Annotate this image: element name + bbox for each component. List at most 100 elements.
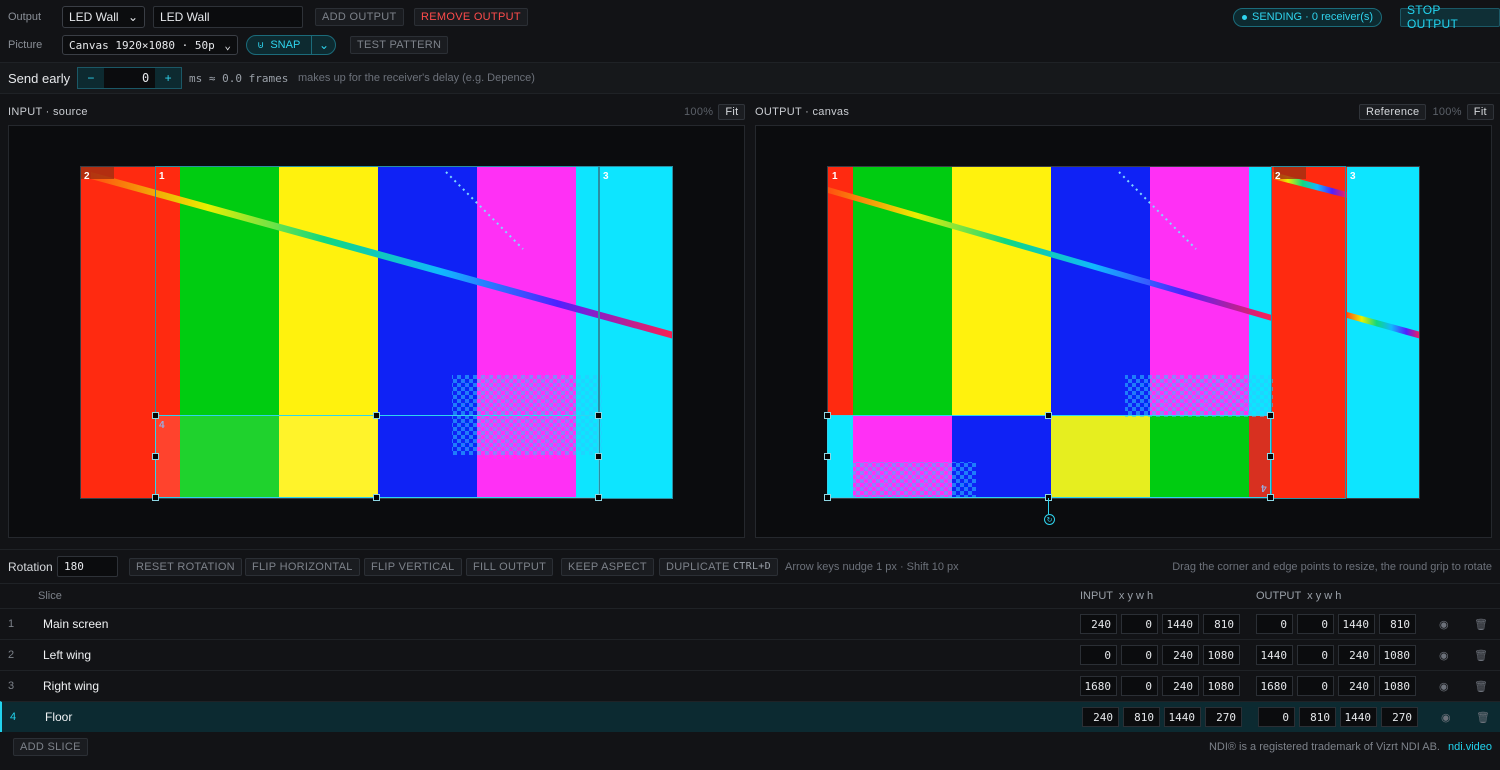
- slice-name[interactable]: Main screen: [43, 617, 108, 631]
- resize-handle[interactable]: [824, 453, 831, 460]
- add-output-button[interactable]: ADD OUTPUT: [315, 8, 404, 26]
- resize-handle[interactable]: [824, 494, 831, 501]
- visibility-eye-icon[interactable]: ◉: [1439, 680, 1449, 693]
- output-field[interactable]: 0: [1256, 614, 1293, 634]
- output-name-input[interactable]: LED Wall: [153, 6, 303, 28]
- slice-label-2: 2: [1275, 171, 1281, 182]
- resize-handle[interactable]: [152, 494, 159, 501]
- output-field[interactable]: 0: [1297, 645, 1334, 665]
- add-slice-button[interactable]: ADD SLICE: [13, 738, 88, 756]
- input-field[interactable]: 810: [1123, 707, 1160, 727]
- slice-4-box[interactable]: [827, 415, 1271, 498]
- reset-rotation-button[interactable]: RESET ROTATION: [129, 557, 242, 576]
- chevron-down-icon[interactable]: ⌄: [319, 38, 329, 52]
- rotate-grip-icon[interactable]: ↻: [1044, 514, 1055, 525]
- input-field[interactable]: 240: [1162, 645, 1199, 665]
- resize-handle[interactable]: [595, 453, 602, 460]
- flip-vertical-button[interactable]: FLIP VERTICAL: [364, 557, 462, 576]
- input-field[interactable]: 810: [1203, 614, 1240, 634]
- slice-name[interactable]: Floor: [45, 710, 72, 724]
- fill-output-button[interactable]: FILL OUTPUT: [466, 557, 554, 576]
- slice-name[interactable]: Right wing: [43, 679, 99, 693]
- input-field[interactable]: 1080: [1203, 645, 1240, 665]
- input-canvas-panel: 2 1 3 4: [8, 125, 745, 538]
- slice-name[interactable]: Left wing: [43, 648, 91, 662]
- rotation-input[interactable]: 180: [57, 556, 118, 577]
- resize-handle[interactable]: [595, 494, 602, 501]
- output-field[interactable]: 1680: [1256, 676, 1293, 696]
- slice-2-box[interactable]: [1271, 166, 1346, 499]
- resize-handle[interactable]: [824, 412, 831, 419]
- input-field[interactable]: 1440: [1164, 707, 1201, 727]
- input-field[interactable]: 1680: [1080, 676, 1117, 696]
- row-index: 4: [10, 711, 17, 723]
- resize-handle[interactable]: [152, 412, 159, 419]
- resize-handle[interactable]: [1045, 412, 1052, 419]
- output-field[interactable]: 1440: [1340, 707, 1377, 727]
- table-row[interactable]: 3 Right wing 1680 0 240 1080 1680 0 240 1080 ◉ 🗑: [0, 670, 1500, 701]
- table-header: Slice INPUT x y w h OUTPUT x y w h: [0, 586, 1500, 606]
- input-field[interactable]: 270: [1205, 707, 1242, 727]
- input-field[interactable]: 240: [1082, 707, 1119, 727]
- output-field[interactable]: 1080: [1379, 645, 1416, 665]
- output-field[interactable]: 0: [1297, 614, 1334, 634]
- remove-output-button[interactable]: REMOVE OUTPUT: [414, 8, 528, 26]
- delete-trash-icon[interactable]: 🗑: [1474, 649, 1488, 662]
- resize-handle[interactable]: [373, 412, 380, 419]
- flip-horizontal-button[interactable]: FLIP HORIZONTAL: [245, 557, 360, 576]
- keep-aspect-button[interactable]: KEEP ASPECT: [561, 557, 654, 576]
- visibility-eye-icon[interactable]: ◉: [1439, 618, 1449, 631]
- increment-button[interactable]: +: [155, 68, 181, 88]
- slice-4-box[interactable]: [155, 415, 599, 498]
- table-row[interactable]: 2 Left wing 0 0 240 1080 1440 0 240 1080 ◉ 🗑: [0, 639, 1500, 670]
- duplicate-button[interactable]: DUPLICATE CTRL+D: [659, 557, 778, 576]
- send-early-input[interactable]: 0: [103, 68, 156, 88]
- resize-handle[interactable]: [373, 494, 380, 501]
- output-fit-button[interactable]: Fit: [1466, 104, 1494, 120]
- output-field[interactable]: 240: [1338, 645, 1375, 665]
- output-field[interactable]: 1440: [1338, 614, 1375, 634]
- delete-trash-icon[interactable]: 🗑: [1476, 711, 1490, 724]
- resize-handle[interactable]: [595, 412, 602, 419]
- visibility-eye-icon[interactable]: ◉: [1439, 649, 1449, 662]
- rotation-label: Rotation: [8, 559, 53, 574]
- input-field[interactable]: 240: [1162, 676, 1199, 696]
- snap-toggle[interactable]: ⊍ SNAP ⌄: [246, 35, 336, 55]
- decrement-button[interactable]: −: [78, 68, 104, 88]
- resize-handle[interactable]: [152, 453, 159, 460]
- delete-trash-icon[interactable]: 🗑: [1474, 618, 1488, 631]
- delete-trash-icon[interactable]: 🗑: [1474, 680, 1488, 693]
- slice-3-box[interactable]: [599, 166, 673, 499]
- table-row[interactable]: 4 Floor 240 810 1440 270 0 810 1440 270 ◉ 🗑: [0, 701, 1500, 732]
- output-field[interactable]: 0: [1258, 707, 1295, 727]
- resize-handle[interactable]: [1267, 453, 1274, 460]
- output-field[interactable]: 240: [1338, 676, 1375, 696]
- output-field[interactable]: 1080: [1379, 676, 1416, 696]
- input-field[interactable]: 0: [1121, 645, 1158, 665]
- test-pattern-button[interactable]: TEST PATTERN: [350, 36, 449, 54]
- output-select[interactable]: LED Wall ⌄: [62, 6, 145, 28]
- input-field[interactable]: 0: [1121, 614, 1158, 634]
- output-field[interactable]: 0: [1297, 676, 1334, 696]
- resize-handle[interactable]: [1267, 494, 1274, 501]
- slice-1-box[interactable]: [155, 166, 599, 416]
- visibility-eye-icon[interactable]: ◉: [1441, 711, 1451, 724]
- resize-handle[interactable]: [1267, 412, 1274, 419]
- input-field[interactable]: 1440: [1162, 614, 1199, 634]
- table-row[interactable]: 1 Main screen 240 0 1440 810 0 0 1440 810 ◉ 🗑: [0, 608, 1500, 639]
- input-field[interactable]: 1080: [1203, 676, 1240, 696]
- output-field[interactable]: 270: [1381, 707, 1418, 727]
- picture-select[interactable]: Canvas 1920×1080 · 50p ⌄: [62, 35, 238, 55]
- output-field[interactable]: 810: [1299, 707, 1336, 727]
- chevron-down-icon: ⌄: [127, 10, 138, 24]
- output-field[interactable]: 1440: [1256, 645, 1293, 665]
- input-fit-button[interactable]: Fit: [718, 104, 746, 120]
- reference-button[interactable]: Reference: [1359, 104, 1427, 120]
- output-field[interactable]: 810: [1379, 614, 1416, 634]
- input-field[interactable]: 240: [1080, 614, 1117, 634]
- nudge-hint: Arrow keys nudge 1 px · Shift 10 px: [785, 560, 959, 573]
- ndi-link[interactable]: ndi.video: [1448, 741, 1492, 753]
- input-field[interactable]: 0: [1080, 645, 1117, 665]
- input-field[interactable]: 0: [1121, 676, 1158, 696]
- stop-output-button[interactable]: STOP OUTPUT: [1400, 3, 1500, 31]
